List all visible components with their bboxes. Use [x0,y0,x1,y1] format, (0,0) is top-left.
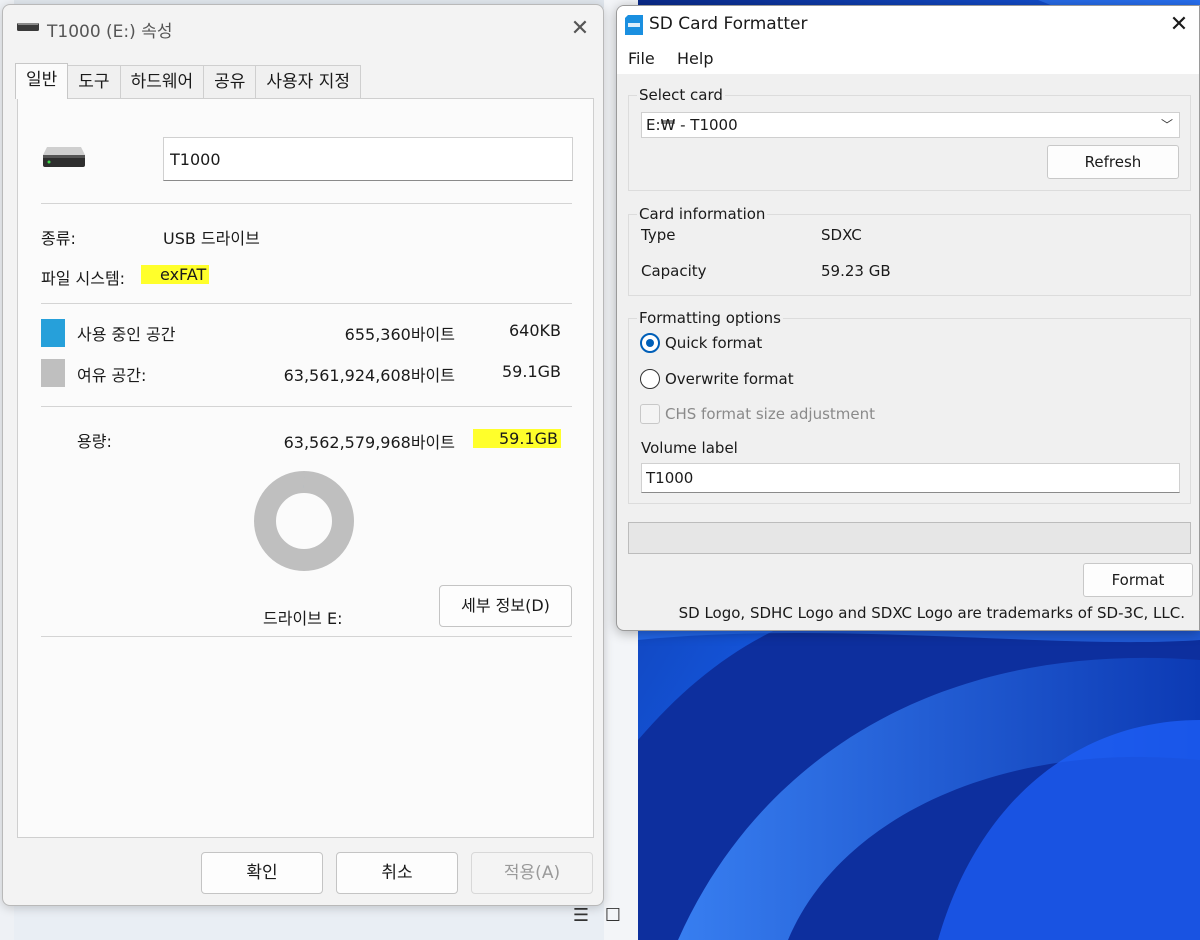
donut-free-ring [254,471,354,571]
drive-name-input[interactable] [163,137,573,181]
selected-card-value: E:₩ - T1000 [646,116,738,134]
card-select-dropdown[interactable]: E:₩ - T1000 ﹀ [641,112,1180,138]
close-button[interactable]: ✕ [1161,10,1197,40]
card-type-label: Type [641,226,676,244]
card-type-value: SDXC [821,226,862,244]
chs-adjust-label: CHS format size adjustment [665,405,876,423]
overwrite-format-label[interactable]: Overwrite format [665,370,794,388]
sd-card-formatter-window: SD Card Formatter ✕ File Help Select car… [616,5,1200,631]
menu-help[interactable]: Help [677,49,713,68]
drive-letter-label: 드라이브 E: [263,609,343,628]
volume-label-title: Volume label [641,439,738,457]
chs-adjust-checkbox[interactable] [640,404,660,424]
trademark-notice: SD Logo, SDHC Logo and SDXC Logo are tra… [678,604,1185,622]
taskbar-tray: ☰ ☐ [570,905,624,927]
used-space-size: 640KB [508,321,561,340]
used-space-bytes: 655,360바이트 [344,325,455,344]
menu-file[interactable]: File [628,49,655,68]
quick-format-radio[interactable] [640,333,660,353]
select-card-title: Select card [637,86,725,104]
chevron-down-icon: ﹀ [1160,118,1173,132]
title-bar: SD Card Formatter ✕ [617,6,1199,44]
details-button[interactable]: 세부 정보(D) [439,585,572,627]
drive-icon [17,23,39,31]
used-space-label: 사용 중인 공간 [77,325,176,344]
type-label: 종류: [41,229,76,248]
capacity-size: 59.1GB [473,429,561,448]
formatting-options-title: Formatting options [637,309,783,327]
list-view-icon[interactable]: ☰ [570,905,592,927]
free-space-label: 여유 공간: [77,366,147,385]
free-space-swatch [41,359,65,387]
dialog-title: T1000 (E:) 속성 [47,22,173,42]
type-value: USB 드라이브 [163,229,260,248]
tab-bar: 일반 도구 하드웨어 공유 사용자 지정 [15,63,362,99]
usage-donut-chart [254,471,354,571]
title-bar: T1000 (E:) 속성 ✕ [3,5,603,51]
ok-button[interactable]: 확인 [201,852,323,894]
tab-customize[interactable]: 사용자 지정 [255,65,362,99]
capacity-label: 용량: [77,432,112,451]
sd-card-app-icon [625,15,643,35]
divider [41,303,572,304]
free-space-bytes: 63,561,924,608바이트 [283,366,455,385]
divider [41,406,572,407]
card-information-title: Card information [637,205,768,223]
refresh-button[interactable]: Refresh [1047,145,1179,179]
tab-hardware[interactable]: 하드웨어 [119,65,205,99]
card-information-group: Card information [628,205,1191,296]
usb-drive-icon [43,147,85,167]
used-space-swatch [41,319,65,347]
format-progress-bar [628,522,1191,554]
window-title: SD Card Formatter [649,14,808,34]
divider [41,636,572,637]
general-tab-panel: 종류: USB 드라이브 파일 시스템: exFAT 사용 중인 공간 655,… [17,98,594,838]
tab-general[interactable]: 일반 [15,63,69,99]
overwrite-format-radio[interactable] [640,369,660,389]
card-capacity-label: Capacity [641,262,707,280]
filesystem-value: exFAT [141,265,210,284]
close-button[interactable]: ✕ [561,13,599,45]
card-capacity-value: 59.23 GB [821,262,891,280]
divider [41,203,572,204]
drive-properties-dialog: T1000 (E:) 속성 ✕ 일반 도구 하드웨어 공유 사용자 지정 종류:… [2,4,604,906]
volume-label-input[interactable] [641,463,1180,493]
apply-button[interactable]: 적용(A) [471,852,593,894]
capacity-bytes: 63,562,579,968바이트 [283,433,455,452]
tab-tools[interactable]: 도구 [67,65,121,99]
free-space-size: 59.1GB [502,362,561,381]
format-button[interactable]: Format [1083,563,1193,597]
tile-view-icon[interactable]: ☐ [602,905,624,927]
cancel-button[interactable]: 취소 [336,852,458,894]
quick-format-label[interactable]: Quick format [665,334,762,352]
menu-bar: File Help [617,44,1199,74]
tab-sharing[interactable]: 공유 [203,65,257,99]
filesystem-label: 파일 시스템: [41,269,126,288]
